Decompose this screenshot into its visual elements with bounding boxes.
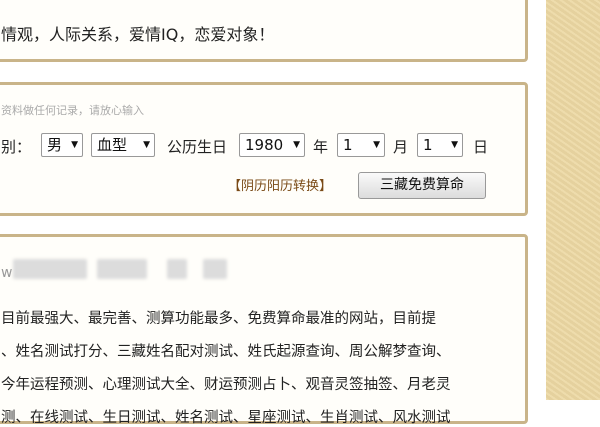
birth-year-value: 1980	[245, 136, 284, 154]
blurred-url-segment	[97, 259, 147, 279]
birth-year-select[interactable]: 1980 ▼	[239, 133, 305, 157]
birth-month-select[interactable]: 1 ▼	[337, 133, 385, 157]
chevron-down-icon: ▼	[293, 140, 300, 150]
chevron-down-icon: ▼	[373, 140, 380, 150]
chevron-down-icon: ▼	[451, 140, 458, 150]
chevron-down-icon: ▼	[143, 140, 150, 150]
blurred-url-segment	[203, 259, 227, 279]
birth-day-select[interactable]: 1 ▼	[417, 133, 463, 157]
month-unit-label: 月	[393, 138, 409, 156]
description-line: 测、在线测试、生日测试、姓名测试、星座测试、生肖测试、风水测试	[1, 410, 451, 426]
day-unit-label: 日	[473, 138, 489, 156]
birthday-label: 公历生日	[167, 138, 228, 156]
gender-select-value: 男	[47, 136, 63, 154]
form-row: 别： 男 ▼ 血型 ▼ 公历生日 1980 ▼ 年 1 ▼ 月 1 ▼ 日	[0, 133, 517, 159]
chevron-down-icon: ▼	[71, 140, 78, 150]
privacy-notice: 资料做任何记录，请放心输入	[1, 104, 144, 117]
site-description-panel: w 目前最强大、最完善、测算功能最多、免费算命最准的网站，目前提 、姓名测试打分…	[0, 234, 528, 426]
birth-month-value: 1	[343, 136, 353, 154]
gender-select[interactable]: 男 ▼	[41, 133, 83, 157]
description-line: 今年运程预测、心理测试大全、财运预测占卜、观音灵签抽签、月老灵	[1, 377, 451, 393]
blood-type-select-value: 血型	[97, 136, 128, 154]
blurred-url-segment	[13, 259, 87, 279]
birth-info-form: 资料做任何记录，请放心输入 别： 男 ▼ 血型 ▼ 公历生日 1980 ▼ 年 …	[0, 82, 528, 216]
description-line: 目前最强大、最完善、测算功能最多、免费算命最准的网站，目前提	[1, 311, 436, 327]
right-textured-background	[546, 0, 600, 400]
gender-label: 别：	[1, 138, 32, 156]
site-url: w	[1, 265, 13, 281]
free-fortune-button[interactable]: 三藏免费算命	[358, 172, 486, 199]
intro-text: 情观，人际关系，爱情IQ，恋爱对象！	[1, 25, 275, 44]
blood-type-select[interactable]: 血型 ▼	[91, 133, 155, 157]
lunar-solar-convert-link[interactable]: 【阴历阳历转换】	[228, 175, 332, 194]
description-line: 、姓名测试打分、三藏姓名配对测试、姓氏起源查询、周公解梦查询、	[1, 344, 451, 360]
year-unit-label: 年	[313, 138, 329, 156]
intro-panel: 情观，人际关系，爱情IQ，恋爱对象！	[0, 0, 528, 62]
blurred-url-segment	[167, 259, 187, 279]
birth-day-value: 1	[423, 136, 433, 154]
